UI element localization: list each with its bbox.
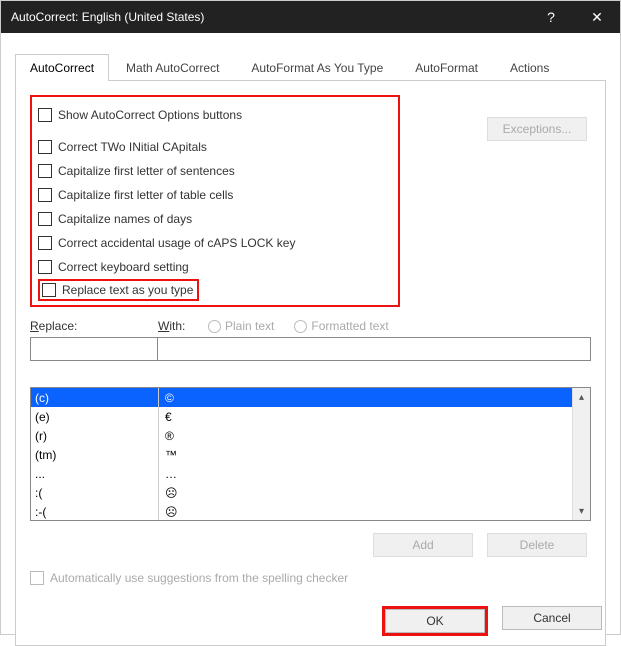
checkbox-icon [38,188,52,202]
checkbox-label: Correct accidental usage of cAPS LOCK ke… [58,236,295,250]
checkbox-label: Correct TWo INitial CApitals [58,140,207,154]
table-row[interactable]: (e)€ [31,407,572,426]
cell-from: (e) [31,407,159,426]
checkbox-keyboard[interactable]: Correct keyboard setting [38,255,392,279]
checkbox-days[interactable]: Capitalize names of days [38,207,392,231]
cell-from: (r) [31,426,159,445]
checkbox-icon [38,236,52,250]
replace-label: Replace: [30,319,158,333]
checkbox-first-sentence[interactable]: Capitalize first letter of sentences [38,159,392,183]
checkbox-label: Replace text as you type [62,283,193,297]
replace-labels-row: Replace: With: Plain text Formatted text [30,319,591,333]
cancel-button[interactable]: Cancel [502,606,602,630]
exceptions-button[interactable]: Exceptions... [487,117,587,141]
table-row[interactable]: (c)© [31,388,572,407]
checkbox-icon [38,164,52,178]
checkbox-icon [42,283,56,297]
checkbox-label: Show AutoCorrect Options buttons [58,108,242,122]
table-body[interactable]: (c)©(e)€(r)®(tm)™...…:(☹:-(☹ [31,388,572,520]
tab-autocorrect[interactable]: AutoCorrect [15,54,109,81]
cell-from: (c) [31,388,159,407]
ok-button[interactable]: OK [385,609,485,633]
tab-autoformat[interactable]: AutoFormat [400,54,493,81]
checkbox-show-options[interactable]: Show AutoCorrect Options buttons [38,103,392,127]
radio-plain-text: Plain text [208,319,274,333]
table-row[interactable]: (r)® [31,426,572,445]
table-row[interactable]: (tm)™ [31,445,572,464]
checkbox-replace-type[interactable]: Replace text as you type [38,279,199,301]
tab-autoformat-type[interactable]: AutoFormat As You Type [236,54,398,81]
radio-label: Formatted text [311,319,388,333]
cell-to: ® [159,429,572,443]
checkbox-two-initial[interactable]: Correct TWo INitial CApitals [38,135,392,159]
radio-formatted-text: Formatted text [294,319,388,333]
scroll-track[interactable] [573,406,590,502]
scroll-down-icon[interactable]: ▾ [573,502,590,520]
table-row[interactable]: :(☹ [31,483,572,502]
table-buttons-row: Add Delete [30,533,591,557]
checkbox-icon [38,260,52,274]
tab-actions[interactable]: Actions [495,54,564,81]
autocorrect-table: (c)©(e)€(r)®(tm)™...…:(☹:-(☹ ▴ ▾ [30,387,591,521]
table-row[interactable]: :-(☹ [31,502,572,520]
replace-input-row [30,337,591,361]
checkbox-label: Capitalize first letter of table cells [58,188,233,202]
with-label: With: [158,319,208,333]
help-button[interactable]: ? [528,1,574,33]
checkbox-label: Correct keyboard setting [58,260,189,274]
with-input[interactable] [158,337,591,361]
cell-from: (tm) [31,445,159,464]
cell-to: ☹ [159,486,572,500]
cell-from: ... [31,464,159,483]
cell-to: © [159,391,572,405]
checkbox-icon [30,571,44,585]
tab-pane: Exceptions... Show AutoCorrect Options b… [15,81,606,646]
add-button[interactable]: Add [373,533,473,557]
radio-icon [294,320,307,333]
cell-to: € [159,410,572,424]
tab-math-autocorrect[interactable]: Math AutoCorrect [111,54,234,81]
scrollbar[interactable]: ▴ ▾ [572,388,590,520]
cell-to: ™ [159,448,572,462]
scroll-up-icon[interactable]: ▴ [573,388,590,406]
cell-to: ☹ [159,505,572,519]
checkbox-label: Capitalize names of days [58,212,192,226]
cell-from: :( [31,483,159,502]
window-title: AutoCorrect: English (United States) [11,10,528,24]
radio-icon [208,320,221,333]
dialog-content: AutoCorrect Math AutoCorrect AutoFormat … [1,33,620,646]
checkbox-icon [38,212,52,226]
checkbox-caps-lock[interactable]: Correct accidental usage of cAPS LOCK ke… [38,231,392,255]
tab-strip: AutoCorrect Math AutoCorrect AutoFormat … [15,53,606,81]
delete-button[interactable]: Delete [487,533,587,557]
checkbox-auto-suggest: Automatically use suggestions from the s… [30,571,591,585]
checkbox-icon [38,140,52,154]
dialog-footer: OK Cancel [382,606,602,636]
checkbox-label: Automatically use suggestions from the s… [50,571,348,585]
titlebar: AutoCorrect: English (United States) ? ✕ [1,1,620,33]
cell-from: :-( [31,502,159,520]
ok-button-highlight: OK [382,606,488,636]
close-button[interactable]: ✕ [574,1,620,33]
checkbox-label: Capitalize first letter of sentences [58,164,235,178]
replace-input[interactable] [30,337,158,361]
cell-to: … [159,467,572,481]
highlighted-options-group: Show AutoCorrect Options buttons Correct… [30,95,400,307]
checkbox-first-table[interactable]: Capitalize first letter of table cells [38,183,392,207]
checkbox-icon [38,108,52,122]
radio-label: Plain text [225,319,274,333]
table-row[interactable]: ...… [31,464,572,483]
